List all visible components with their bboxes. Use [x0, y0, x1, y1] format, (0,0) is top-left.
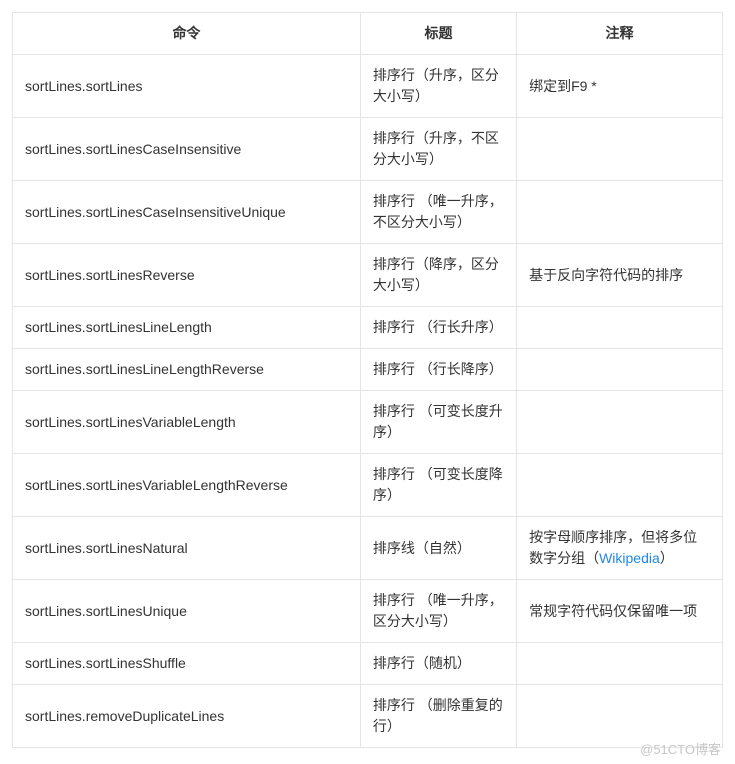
- cell-command: sortLines.sortLinesLineLengthReverse: [13, 349, 361, 391]
- cell-command: sortLines.sortLinesNatural: [13, 517, 361, 580]
- cell-title: 排序行 （行长降序）: [360, 349, 516, 391]
- cell-command: sortLines.sortLinesShuffle: [13, 643, 361, 685]
- cell-title: 排序行 （唯一升序，不区分大小写）: [360, 181, 516, 244]
- table-row: sortLines.sortLinesLineLengthReverse排序行 …: [13, 349, 723, 391]
- table-row: sortLines.sortLinesNatural排序线（自然）按字母顺序排序…: [13, 517, 723, 580]
- cell-title: 排序行 （可变长度升序）: [360, 391, 516, 454]
- table-row: sortLines.sortLinesCaseInsensitiveUnique…: [13, 181, 723, 244]
- cell-note: [517, 643, 723, 685]
- cell-title: 排序行 （唯一升序，区分大小写）: [360, 580, 516, 643]
- commands-table: 命令 标题 注释 sortLines.sortLines排序行（升序，区分大小写…: [12, 12, 723, 748]
- cell-command: sortLines.removeDuplicateLines: [13, 685, 361, 748]
- table-row: sortLines.removeDuplicateLines排序行 （删除重复的…: [13, 685, 723, 748]
- cell-note: 按字母顺序排序，但将多位数字分组（Wikipedia）: [517, 517, 723, 580]
- cell-note: [517, 307, 723, 349]
- cell-title: 排序行（随机）: [360, 643, 516, 685]
- cell-command: sortLines.sortLinesVariableLengthReverse: [13, 454, 361, 517]
- table-row: sortLines.sortLinesLineLength排序行 （行长升序）: [13, 307, 723, 349]
- table-row: sortLines.sortLinesVariableLengthReverse…: [13, 454, 723, 517]
- header-title: 标题: [360, 13, 516, 55]
- cell-command: sortLines.sortLinesCaseInsensitive: [13, 118, 361, 181]
- cell-note: [517, 181, 723, 244]
- cell-note: 常规字符代码仅保留唯一项: [517, 580, 723, 643]
- table-row: sortLines.sortLinesUnique排序行 （唯一升序，区分大小写…: [13, 580, 723, 643]
- table-row: sortLines.sortLinesReverse排序行（降序，区分大小写）基…: [13, 244, 723, 307]
- note-link[interactable]: Wikipedia: [599, 550, 660, 566]
- cell-title: 排序行（升序，区分大小写）: [360, 55, 516, 118]
- cell-note: [517, 685, 723, 748]
- cell-note: [517, 391, 723, 454]
- cell-command: sortLines.sortLinesReverse: [13, 244, 361, 307]
- note-text: ）: [660, 550, 674, 566]
- cell-title: 排序行 （行长升序）: [360, 307, 516, 349]
- cell-title: 排序行 （删除重复的行）: [360, 685, 516, 748]
- table-row: sortLines.sortLinesVariableLength排序行 （可变…: [13, 391, 723, 454]
- cell-command: sortLines.sortLinesVariableLength: [13, 391, 361, 454]
- cell-command: sortLines.sortLinesCaseInsensitiveUnique: [13, 181, 361, 244]
- cell-note: 绑定到F9 *: [517, 55, 723, 118]
- table-row: sortLines.sortLinesShuffle排序行（随机）: [13, 643, 723, 685]
- cell-title: 排序行 （可变长度降序）: [360, 454, 516, 517]
- header-note: 注释: [517, 13, 723, 55]
- header-command: 命令: [13, 13, 361, 55]
- cell-title: 排序行（降序，区分大小写）: [360, 244, 516, 307]
- cell-command: sortLines.sortLinesUnique: [13, 580, 361, 643]
- cell-note: 基于反向字符代码的排序: [517, 244, 723, 307]
- cell-title: 排序线（自然）: [360, 517, 516, 580]
- cell-command: sortLines.sortLines: [13, 55, 361, 118]
- cell-command: sortLines.sortLinesLineLength: [13, 307, 361, 349]
- table-row: sortLines.sortLines排序行（升序，区分大小写）绑定到F9 *: [13, 55, 723, 118]
- cell-note: [517, 118, 723, 181]
- cell-title: 排序行（升序，不区分大小写）: [360, 118, 516, 181]
- cell-note: [517, 454, 723, 517]
- cell-note: [517, 349, 723, 391]
- table-row: sortLines.sortLinesCaseInsensitive排序行（升序…: [13, 118, 723, 181]
